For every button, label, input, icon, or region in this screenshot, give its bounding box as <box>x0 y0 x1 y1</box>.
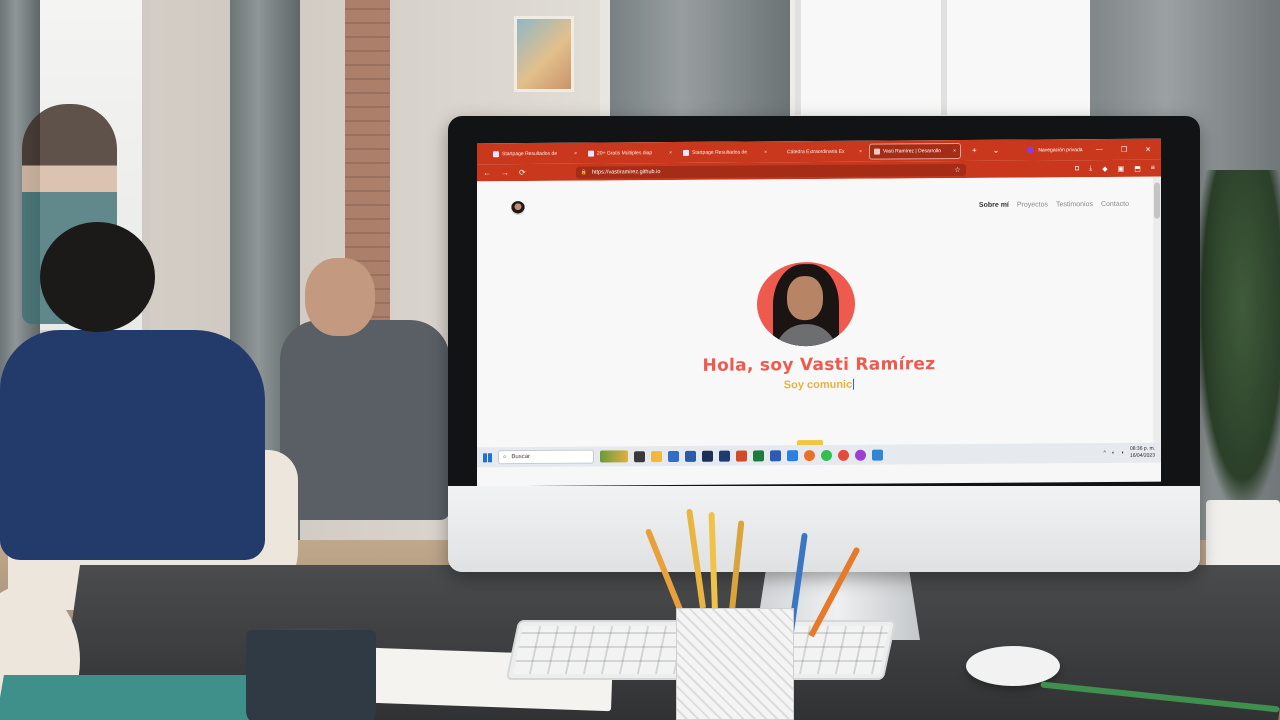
tab-label: Startpage Resultados de <box>692 149 748 156</box>
person-seated <box>280 320 450 520</box>
windows-taskbar: ⌕ Buscar ^ ◐ ◖ 08:36 p. m. 16/04/2023 <box>477 442 1161 468</box>
profile-face <box>787 275 823 321</box>
hero-title: Hola, soy Vasti Ramírez <box>702 354 936 376</box>
downloads-icon[interactable]: ⤓ <box>1089 165 1092 173</box>
address-bar[interactable]: 🔒 https://vastiramirez.github.io ☆ <box>575 163 966 179</box>
taskbar-clock[interactable]: 08:36 p. m. 16/04/2023 <box>1130 446 1155 460</box>
window-controls: — ❐ ✕ <box>1096 145 1161 154</box>
clock-date: 16/04/2023 <box>1129 452 1155 459</box>
nav-link-projects[interactable]: Proyectos <box>1017 201 1048 208</box>
coffee-mug <box>246 630 376 720</box>
task-view-icon[interactable] <box>634 450 645 462</box>
scrollbar-thumb[interactable] <box>1154 182 1160 219</box>
reload-icon[interactable]: ⟳ <box>519 168 526 177</box>
tab-close-icon[interactable]: × <box>669 150 672 156</box>
hero-subtitle: Soy comunic <box>477 377 1161 394</box>
browser-tab-active[interactable]: Vasti Ramírez | Desarrollo × <box>869 142 961 160</box>
plant <box>1195 170 1280 510</box>
window <box>795 0 1095 115</box>
maximize-icon[interactable]: ❐ <box>1121 145 1127 153</box>
person-foreground <box>0 330 265 560</box>
weather-widget-icon[interactable] <box>600 450 628 463</box>
close-icon[interactable]: ✕ <box>1145 145 1151 153</box>
private-browser-icon[interactable] <box>855 449 866 461</box>
site-logo-avatar[interactable] <box>511 201 525 216</box>
wall-picture <box>514 16 574 92</box>
volume-icon[interactable]: ◖ <box>1121 450 1124 456</box>
typing-cursor <box>853 378 855 390</box>
browser-tab[interactable]: Startpage Resultados de × <box>679 144 771 161</box>
tab-label: Cátedra Extraordinaria Ex <box>787 148 845 155</box>
extensions-puzzle-icon[interactable]: ⬒ <box>1134 164 1141 172</box>
private-browsing-indicator: Navegación privada <box>1027 146 1083 154</box>
tab-favicon-icon <box>874 148 880 155</box>
browser-tab[interactable]: Cátedra Extraordinaria Ex × <box>774 143 866 160</box>
nav-link-testimonials[interactable]: Testimonios <box>1056 201 1093 208</box>
word-icon[interactable] <box>770 449 781 461</box>
menu-icon[interactable]: ≡ <box>1151 164 1155 172</box>
taskbar-search[interactable]: ⌕ Buscar <box>498 449 594 465</box>
profile-photo <box>757 261 855 347</box>
powerpoint-icon[interactable] <box>736 450 747 462</box>
pocket-icon[interactable]: ◘ <box>1075 165 1079 173</box>
photoshop-icon[interactable] <box>702 450 713 462</box>
lock-icon: 🔒 <box>580 169 587 176</box>
system-tray: ^ ◐ ◖ 08:36 p. m. 16/04/2023 <box>1104 446 1161 460</box>
url-text[interactable]: https://vastiramirez.github.io <box>592 169 660 175</box>
tab-favicon-icon <box>493 150 499 157</box>
file-explorer-icon[interactable] <box>651 450 662 462</box>
pencil-cup <box>676 608 794 720</box>
tab-favicon-icon <box>778 149 784 155</box>
windows-start-icon[interactable] <box>483 452 492 462</box>
browser-tab[interactable]: Startpage Resultados de × <box>489 145 581 162</box>
app-icon[interactable] <box>685 450 696 462</box>
browser-tab[interactable]: 20+ Gratis Múltiples diap × <box>584 144 676 161</box>
app-icon[interactable] <box>719 450 730 462</box>
network-icon[interactable]: ◐ <box>1112 450 1115 456</box>
whatsapp-icon[interactable] <box>821 449 832 461</box>
nav-link-contact[interactable]: Contacto <box>1101 201 1129 208</box>
chevron-up-icon[interactable]: ^ <box>1104 450 1106 456</box>
person-head <box>40 222 155 332</box>
search-icon: ⌕ <box>503 453 507 460</box>
chrome-icon[interactable] <box>838 449 849 461</box>
firefox-icon[interactable] <box>804 449 815 461</box>
typed-text: Soy comunic <box>783 378 853 392</box>
browser-toolbar-icons: ◘ ⤓ ◆ ▣ ⬒ ≡ <box>1075 164 1155 173</box>
forward-icon[interactable]: → <box>501 168 509 177</box>
tab-label: Startpage Resultados de <box>502 150 558 157</box>
teal-folder <box>0 675 264 720</box>
tab-close-icon[interactable]: × <box>953 148 956 154</box>
tab-close-icon[interactable]: × <box>574 150 577 156</box>
tab-list-icon[interactable]: ⌄ <box>993 146 1000 155</box>
vscode-icon[interactable] <box>872 449 883 461</box>
extension-icon[interactable]: ▣ <box>1118 164 1125 172</box>
private-browsing-label: Navegación privada <box>1038 146 1083 153</box>
tab-close-icon[interactable]: × <box>859 148 862 154</box>
search-placeholder: Buscar <box>511 454 531 461</box>
private-mask-icon <box>1027 146 1035 154</box>
tab-label: Vasti Ramírez | Desarrollo <box>883 147 941 155</box>
monitor-chin <box>448 486 1200 572</box>
site-navigation: Sobre mí Proyectos Testimonios Contacto <box>979 201 1129 209</box>
computer-mouse <box>966 646 1060 686</box>
tab-favicon-icon <box>588 150 594 157</box>
extension-icon[interactable]: ◆ <box>1102 164 1107 172</box>
mail-icon[interactable] <box>668 450 679 462</box>
zoom-icon[interactable] <box>787 449 798 461</box>
web-page: Sobre mí Proyectos Testimonios Contacto … <box>477 176 1161 448</box>
back-icon[interactable]: ← <box>483 168 491 177</box>
monitor-screen: Startpage Resultados de × 20+ Gratis Múl… <box>477 138 1161 487</box>
person-head <box>305 258 375 336</box>
tab-close-icon[interactable]: × <box>764 149 767 155</box>
minimize-icon[interactable]: — <box>1096 146 1103 154</box>
tab-label: 20+ Gratis Múltiples diap <box>597 149 653 157</box>
excel-icon[interactable] <box>753 449 764 461</box>
tab-favicon-icon <box>683 149 689 156</box>
bookmark-star-icon[interactable]: ☆ <box>954 166 960 174</box>
nav-link-about[interactable]: Sobre mí <box>979 202 1009 209</box>
new-tab-icon[interactable]: + <box>972 146 977 155</box>
